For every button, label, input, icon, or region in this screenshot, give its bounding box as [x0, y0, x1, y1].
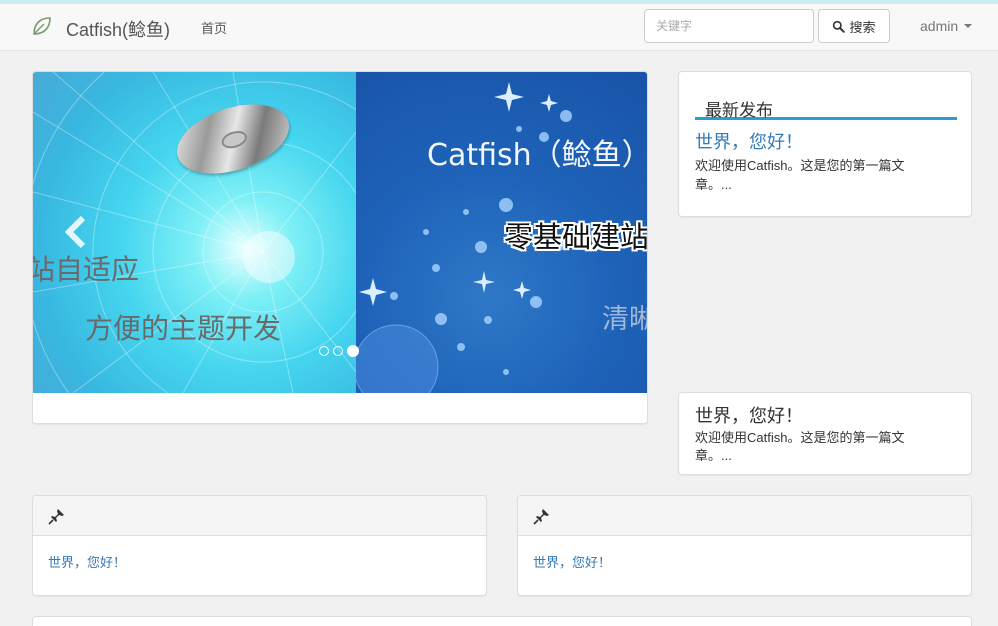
search-icon [833, 20, 846, 33]
bottom-panel [32, 616, 972, 626]
slide-caption: 方便的主题开发 [85, 312, 282, 345]
carousel-indicator-active[interactable] [347, 345, 359, 357]
user-menu[interactable]: admin [920, 18, 973, 34]
carousel[interactable]: 站自适应 方便的主题开发 Catfish（鲶鱼） 零基础建站 清 [33, 72, 648, 393]
pinned-post-panel: 世界，您好！ [32, 495, 487, 596]
latest-posts-panel: 最新发布 世界，您好！ 欢迎使用Catfish。这是您的第一篇文章。... [678, 71, 972, 217]
search-button-label: 搜索 [849, 19, 876, 35]
pushpin-icon [533, 509, 549, 525]
search-input[interactable] [644, 9, 814, 43]
pinned-post-link[interactable]: 世界，您好！ [533, 552, 611, 571]
slide-caption: 清晰 [602, 304, 647, 335]
chevron-down-icon [964, 24, 973, 28]
pinned-post-link[interactable]: 世界，您好！ [48, 552, 126, 571]
carousel-indicator[interactable] [333, 346, 343, 356]
slide-caption: 零基础建站 [504, 220, 648, 254]
carousel-slide: Catfish（鲶鱼） 零基础建站 清晰 [356, 72, 648, 393]
pinned-panel-header [518, 496, 971, 536]
search-button[interactable]: 搜索 [818, 9, 890, 43]
navbar: Catfish(鲶鱼) 首页 搜索 admin [0, 4, 998, 51]
latest-post-title-link[interactable]: 世界，您好！ [695, 128, 803, 154]
latest-posts-heading: 最新发布 [695, 96, 957, 120]
post-summary: 欢迎使用Catfish。这是您的第一篇文章。... [695, 430, 905, 463]
user-name: admin [920, 18, 959, 34]
carousel-indicator[interactable] [319, 346, 329, 356]
slide-caption: 站自适应 [33, 253, 140, 286]
brand-name[interactable]: Catfish(鲶鱼) [66, 16, 170, 42]
pinned-post-panel: 世界，您好！ [517, 495, 972, 596]
latest-post-summary: 欢迎使用Catfish。这是您的第一篇文章。... [695, 158, 905, 192]
leaf-logo-icon[interactable] [30, 14, 54, 38]
carousel-panel: 站自适应 方便的主题开发 Catfish（鲶鱼） 零基础建站 清 [32, 71, 648, 424]
post-card: 世界，您好！ 欢迎使用Catfish。这是您的第一篇文章。... [678, 392, 972, 475]
post-title[interactable]: 世界，您好！ [695, 402, 803, 428]
pinned-panel-header [33, 496, 486, 536]
chevron-left-icon[interactable] [59, 212, 95, 252]
slide-caption: Catfish（鲶鱼） [427, 138, 648, 173]
pushpin-icon [48, 509, 64, 525]
nav-home-link[interactable]: 首页 [201, 18, 227, 37]
carousel-indicators [319, 345, 359, 357]
